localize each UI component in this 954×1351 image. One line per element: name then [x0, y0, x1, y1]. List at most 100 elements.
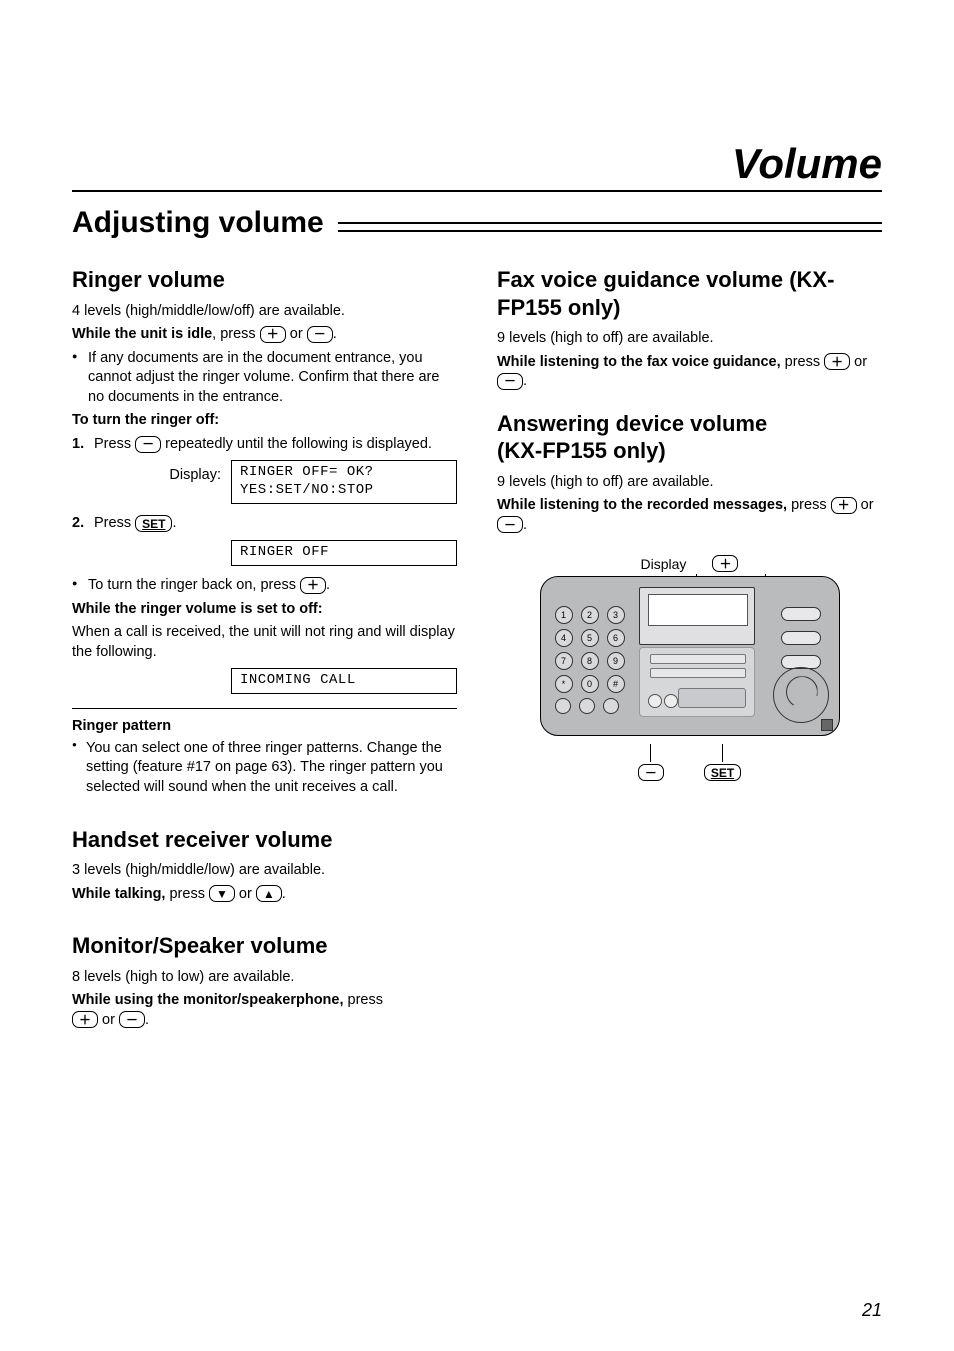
step2-text-b: .: [172, 515, 176, 531]
diagram-display-label: Display: [641, 556, 687, 572]
plus-button[interactable]: ＋: [831, 497, 857, 514]
device-oval-button: [781, 607, 821, 621]
page-number: 21: [862, 1300, 882, 1321]
while-idle-label: While the unit is idle: [72, 326, 212, 342]
plus-button[interactable]: ＋: [72, 1011, 98, 1028]
device-dial: [773, 667, 829, 723]
minus-button[interactable]: －: [135, 436, 161, 453]
answering-while-suffix: press: [787, 497, 831, 513]
device-button-bar: [650, 654, 746, 664]
step-1: Press － repeatedly until the following i…: [72, 435, 457, 505]
heading-rule: [338, 222, 882, 232]
diagram-plus-callout: ＋: [712, 555, 738, 572]
turn-ringer-off-heading: To turn the ringer off:: [72, 411, 457, 431]
device-keypad: 123 456 789 * 0 #: [555, 601, 635, 719]
keypad-key: 0: [581, 675, 599, 693]
fax-while-label: While listening to the fax voice guidanc…: [497, 354, 781, 370]
step1-text-b: repeatedly until the following is displa…: [161, 436, 432, 452]
lcd-ringer-off: RINGER OFF: [231, 540, 457, 566]
device-diagram: Display ＋: [540, 555, 840, 781]
keypad-key: 7: [555, 652, 573, 670]
keypad-key: 3: [607, 606, 625, 624]
handset-while: While talking, press ▼ or ▲.: [72, 885, 457, 905]
minus-button[interactable]: －: [119, 1011, 145, 1028]
divider: [72, 708, 457, 709]
monitor-while-suffix: press: [344, 992, 384, 1008]
or-text: or: [235, 886, 256, 902]
ringer-pattern-note: You can select one of three ringer patte…: [72, 739, 457, 798]
plus-button[interactable]: ＋: [260, 326, 286, 343]
handset-while-label: While talking,: [72, 886, 165, 902]
ringer-pattern-heading: Ringer pattern: [72, 717, 457, 737]
keypad-key: #: [607, 675, 625, 693]
document-title: Volume: [72, 140, 882, 192]
monitor-intro: 8 levels (high to low) are available.: [72, 968, 457, 988]
leader-line: [650, 744, 651, 762]
or-text: or: [857, 497, 874, 513]
display-label: Display:: [169, 460, 221, 486]
minus-button[interactable]: －: [497, 516, 523, 533]
ringer-while-idle: While the unit is idle, press ＋ or －.: [72, 325, 457, 345]
ringer-back-on: To turn the ringer back on, press ＋.: [72, 576, 457, 596]
keypad-key: 2: [581, 606, 599, 624]
or-text: or: [286, 326, 307, 342]
period: .: [145, 1012, 149, 1028]
handset-while-suffix: press: [165, 886, 209, 902]
step2-text-a: Press: [94, 515, 135, 531]
keypad-key: 4: [555, 629, 573, 647]
monitor-volume-heading: Monitor/Speaker volume: [72, 932, 457, 960]
monitor-while: While using the monitor/speakerphone, pr…: [72, 991, 457, 1030]
down-button[interactable]: ▼: [209, 885, 235, 902]
device-small-button: [664, 694, 678, 708]
ringer-volume-heading: Ringer volume: [72, 266, 457, 294]
fax-guidance-heading: Fax voice guidance volume (KX-FP155 only…: [497, 266, 882, 321]
device-wide-button: [678, 688, 746, 708]
answering-heading: Answering device volume (KX-FP155 only): [497, 410, 882, 465]
answering-intro: 9 levels (high to off) are available.: [497, 473, 882, 493]
device-body: 123 456 789 * 0 #: [540, 576, 840, 736]
lcd-incoming-call: INCOMING CALL: [231, 668, 457, 694]
back-on-b: .: [326, 577, 330, 593]
leader-line: [722, 744, 723, 762]
or-text: or: [98, 1012, 119, 1028]
device-screen-area: [639, 587, 755, 645]
keypad-key: 9: [607, 652, 625, 670]
period: .: [523, 373, 527, 389]
keypad-key: 5: [581, 629, 599, 647]
period: .: [282, 886, 286, 902]
answering-heading-l2: (KX-FP155 only): [497, 438, 666, 463]
fax-guidance-while: While listening to the fax voice guidanc…: [497, 353, 882, 392]
handset-intro: 3 levels (high/middle/low) are available…: [72, 861, 457, 881]
keypad-key: 8: [581, 652, 599, 670]
device-oval-button: [781, 631, 821, 645]
minus-button[interactable]: －: [307, 326, 333, 343]
period: .: [333, 326, 337, 342]
back-on-a: To turn the ringer back on, press: [88, 577, 300, 593]
plus-button[interactable]: ＋: [300, 577, 326, 594]
device-small-button: [648, 694, 662, 708]
while-idle-suffix: , press: [212, 326, 260, 342]
period: .: [523, 517, 527, 533]
device-button-bar: [650, 668, 746, 678]
device-mid-panel: [639, 647, 755, 717]
step-2: Press SET. RINGER OFF: [72, 514, 457, 566]
diagram-minus-callout: －: [638, 764, 664, 781]
while-off-text: When a call is received, the unit will n…: [72, 623, 457, 662]
keypad-key: 6: [607, 629, 625, 647]
keypad-key: *: [555, 675, 573, 693]
keypad-key: 1: [555, 606, 573, 624]
fax-while-suffix: press: [781, 354, 825, 370]
or-text: or: [850, 354, 867, 370]
section-heading: Adjusting volume: [72, 206, 324, 240]
minus-button[interactable]: －: [497, 373, 523, 390]
plus-button[interactable]: ＋: [824, 353, 850, 370]
set-button[interactable]: SET: [135, 515, 172, 532]
keypad-extra: [603, 698, 619, 714]
up-button[interactable]: ▲: [256, 885, 282, 902]
answering-while-label: While listening to the recorded messages…: [497, 497, 787, 513]
answering-while: While listening to the recorded messages…: [497, 496, 882, 535]
device-port-icon: [821, 719, 833, 731]
ringer-bullet-docs: If any documents are in the document ent…: [72, 349, 457, 408]
fax-guidance-intro: 9 levels (high to off) are available.: [497, 329, 882, 349]
handset-volume-heading: Handset receiver volume: [72, 826, 457, 854]
